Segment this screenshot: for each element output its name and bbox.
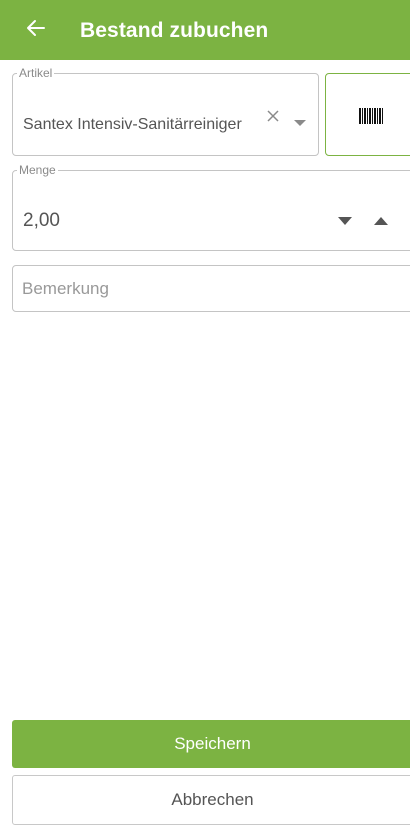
save-button[interactable]: Speichern (12, 720, 410, 768)
page-title: Bestand zubuchen (80, 19, 269, 42)
artikel-label: Artikel (19, 66, 53, 80)
close-icon[interactable] (266, 109, 280, 123)
menge-value: 2,00 (23, 210, 60, 231)
artikel-value: Santex Intensiv-Sanitärreiniger (23, 116, 242, 133)
barcode-scan-button[interactable] (325, 73, 410, 156)
save-button-label: Speichern (174, 734, 251, 753)
caret-up-icon[interactable] (374, 217, 388, 225)
menge-label: Menge (19, 163, 56, 177)
arrow-left-icon[interactable] (24, 16, 48, 40)
bemerkung-field (12, 265, 410, 312)
barcode-icon (359, 108, 383, 124)
caret-down-icon[interactable] (338, 217, 352, 225)
menge-field[interactable]: Menge 2,00 (12, 164, 410, 251)
bemerkung-input[interactable] (22, 278, 402, 300)
app-bar: Bestand zubuchen (0, 0, 410, 60)
artikel-field[interactable]: Artikel Santex Intensiv-Sanitärreiniger (12, 67, 319, 156)
cancel-button-label: Abbrechen (171, 790, 254, 809)
caret-down-icon[interactable] (294, 119, 306, 127)
